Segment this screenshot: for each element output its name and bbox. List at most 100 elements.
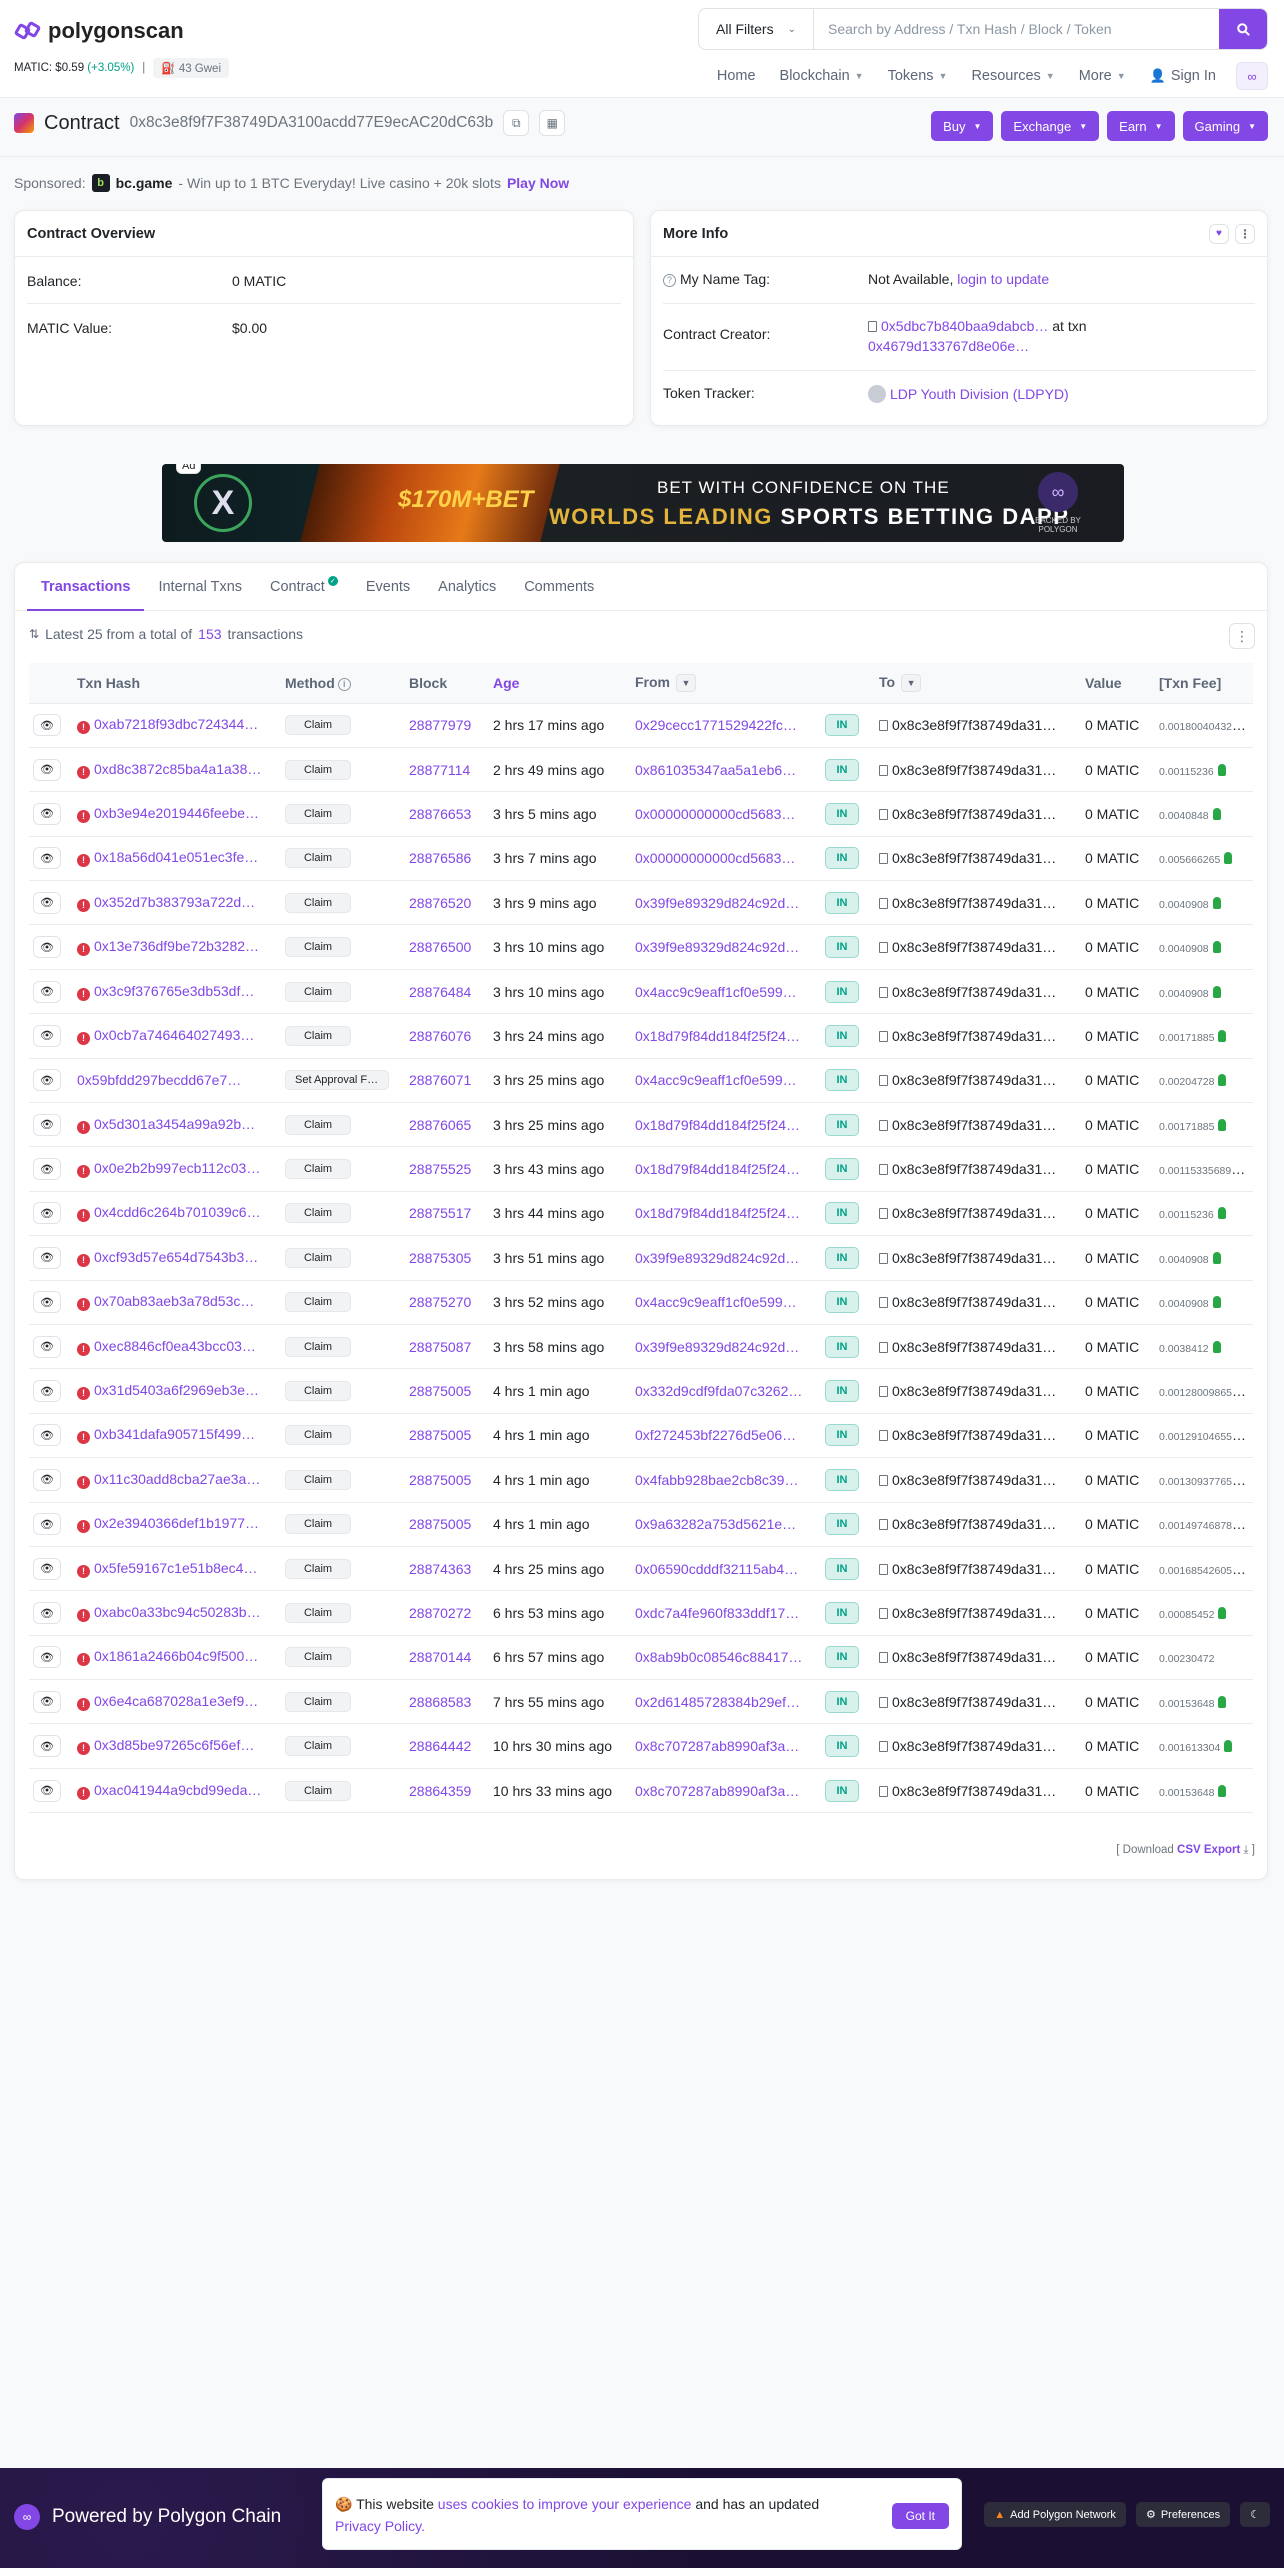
- from-address-link[interactable]: 0x00000000000cd5683…: [635, 850, 795, 866]
- eye-icon[interactable]: 👁: [33, 1468, 61, 1491]
- eye-icon[interactable]: 👁: [33, 714, 61, 737]
- tab-events[interactable]: Events: [352, 563, 424, 610]
- favorite-button[interactable]: ♥: [1209, 223, 1229, 244]
- earn-button[interactable]: Earn ▼: [1107, 111, 1175, 141]
- from-address-link[interactable]: 0x06590cdddf32115ab4…: [635, 1561, 798, 1577]
- qr-code-button[interactable]: ▦: [539, 110, 566, 136]
- search-input[interactable]: Search by Address / Txn Hash / Block / T…: [814, 9, 1219, 49]
- from-address-link[interactable]: 0x39f9e89329d824c92d…: [635, 939, 799, 955]
- block-link[interactable]: 28875270: [409, 1294, 471, 1310]
- block-link[interactable]: 28877114: [409, 762, 470, 778]
- txn-hash-link[interactable]: 0xd8c3872c85ba4a1a38…: [94, 761, 261, 777]
- eye-icon[interactable]: 👁: [33, 1069, 61, 1092]
- block-link[interactable]: 28876071: [409, 1072, 471, 1088]
- block-link[interactable]: 28876076: [409, 1028, 471, 1044]
- txn-hash-link[interactable]: 0x5fe59167c1e51b8ec4…: [94, 1560, 257, 1576]
- from-address-link[interactable]: 0xdc7a4fe960f833ddf17…: [635, 1605, 799, 1621]
- nav-resources[interactable]: Resources ▼: [959, 68, 1066, 84]
- block-link[interactable]: 28875005: [409, 1383, 471, 1399]
- token-tracker-link[interactable]: LDP Youth Division (LDPYD): [890, 386, 1069, 402]
- search-filter-dropdown[interactable]: All Filters ⌄: [699, 9, 814, 49]
- txn-hash-link[interactable]: 0x6e4ca687028a1e3ef9…: [94, 1693, 258, 1709]
- txn-hash-link[interactable]: 0x5d301a3454a99a92b…: [94, 1116, 255, 1132]
- eye-icon[interactable]: 👁: [33, 1690, 61, 1713]
- polygon-network-button[interactable]: ∞: [1236, 62, 1268, 90]
- from-address-link[interactable]: 0x861035347aa5a1eb6…: [635, 762, 796, 778]
- block-link[interactable]: 28876065: [409, 1117, 471, 1133]
- from-address-link[interactable]: 0x18d79f84dd184f25f24…: [635, 1117, 800, 1133]
- eye-icon[interactable]: 👁: [33, 1735, 61, 1758]
- from-address-link[interactable]: 0x9a63282a753d5621e…: [635, 1516, 796, 1532]
- eye-icon[interactable]: 👁: [33, 1335, 61, 1358]
- from-address-link[interactable]: 0x18d79f84dd184f25f24…: [635, 1161, 800, 1177]
- txn-hash-link[interactable]: 0xac041944a9cbd99eda…: [94, 1782, 261, 1798]
- eye-icon[interactable]: 👁: [33, 1602, 61, 1624]
- from-address-link[interactable]: 0x2d61485728384b29ef…: [635, 1694, 800, 1710]
- got-it-button[interactable]: Got It: [891, 2503, 949, 2529]
- buy-button[interactable]: Buy ▼: [931, 111, 994, 141]
- txn-hash-link[interactable]: 0xec8846cf0ea43bcc03…: [94, 1338, 256, 1354]
- block-link[interactable]: 28864442: [409, 1738, 471, 1754]
- info-icon[interactable]: i: [337, 677, 351, 691]
- eye-icon[interactable]: 👁: [33, 847, 61, 870]
- block-link[interactable]: 28875005: [409, 1516, 471, 1532]
- search-button[interactable]: [1219, 9, 1267, 49]
- from-address-link[interactable]: 0xf272453bf2276d5e06…: [635, 1427, 796, 1443]
- eye-icon[interactable]: 👁: [33, 1779, 61, 1802]
- txn-hash-link[interactable]: 0x3c9f376765e3db53df…: [94, 983, 254, 999]
- block-link[interactable]: 28870144: [409, 1649, 471, 1665]
- nav-sign-in[interactable]: 👤 Sign In: [1138, 68, 1228, 84]
- site-logo[interactable]: polygonscan: [13, 18, 184, 44]
- eye-icon[interactable]: 👁: [33, 1513, 61, 1536]
- txn-hash-link[interactable]: 0x11c30add8cba27ae3a…: [94, 1471, 260, 1487]
- eye-icon[interactable]: 👁: [33, 1646, 61, 1669]
- preferences-button[interactable]: ⚙ Preferences: [1135, 2502, 1231, 2527]
- login-link[interactable]: login to update: [957, 271, 1049, 287]
- from-address-link[interactable]: 0x8c707287ab8990af3a…: [635, 1738, 799, 1754]
- eye-icon[interactable]: 👁: [33, 1024, 61, 1047]
- from-address-link[interactable]: 0x18d79f84dd184f25f24…: [635, 1205, 800, 1221]
- txn-hash-link[interactable]: 0x31d5403a6f2969eb3e…: [94, 1382, 259, 1398]
- eye-icon[interactable]: 👁: [33, 1113, 61, 1136]
- eye-icon[interactable]: 👁: [33, 936, 61, 959]
- privacy-policy-link[interactable]: Privacy Policy.: [335, 2518, 425, 2534]
- txn-hash-link[interactable]: 0xb3e94e2019446feebe…: [94, 805, 259, 821]
- sponsor-brand[interactable]: bc.game: [116, 175, 173, 191]
- from-address-link[interactable]: 0x00000000000cd5683…: [635, 806, 795, 822]
- eye-icon[interactable]: 👁: [33, 1557, 61, 1580]
- filter-icon[interactable]: ▼: [676, 673, 696, 692]
- more-options-button[interactable]: ⋮: [1235, 223, 1255, 244]
- tab-comments[interactable]: Comments: [510, 563, 608, 610]
- tab-internal-txns[interactable]: Internal Txns: [144, 563, 256, 610]
- eye-icon[interactable]: 👁: [33, 1202, 61, 1225]
- tab-analytics[interactable]: Analytics: [424, 563, 510, 610]
- txn-hash-link[interactable]: 0x2e3940366def1b1977…: [94, 1515, 259, 1531]
- csv-export-link[interactable]: CSV Export: [1177, 1844, 1240, 1856]
- txn-hash-link[interactable]: 0x13e736df9be72b3282…: [94, 938, 259, 954]
- nav-home[interactable]: Home: [705, 68, 768, 84]
- from-address-link[interactable]: 0x39f9e89329d824c92d…: [635, 1339, 799, 1355]
- eye-icon[interactable]: 👁: [33, 1380, 61, 1403]
- block-link[interactable]: 28875005: [409, 1427, 471, 1443]
- from-address-link[interactable]: 0x4acc9c9eaff1cf0e599…: [635, 984, 797, 1000]
- txn-hash-link[interactable]: 0x1861a2466b04c9f500…: [94, 1648, 258, 1664]
- txn-hash-link[interactable]: 0x18a56d041e051ec3fe…: [94, 849, 258, 865]
- block-link[interactable]: 28875005: [409, 1472, 471, 1488]
- from-address-link[interactable]: 0x8ab9b0c08546c88417…: [635, 1649, 802, 1665]
- nav-tokens[interactable]: Tokens ▼: [876, 68, 960, 84]
- block-link[interactable]: 28868583: [409, 1694, 471, 1710]
- tab-transactions[interactable]: Transactions: [27, 563, 145, 611]
- block-link[interactable]: 28874363: [409, 1561, 471, 1577]
- block-link[interactable]: 28864359: [409, 1783, 471, 1799]
- table-options-button[interactable]: ⋮: [1229, 623, 1255, 649]
- from-address-link[interactable]: 0x8c707287ab8990af3a…: [635, 1783, 799, 1799]
- txn-hash-link[interactable]: 0x0e2b2b997ecb112c03…: [94, 1160, 260, 1176]
- eye-icon[interactable]: 👁: [33, 1246, 61, 1269]
- txn-count-link[interactable]: 153: [198, 626, 221, 642]
- txn-hash-link[interactable]: 0x59bfdd297becdd67e7…: [77, 1072, 241, 1088]
- from-address-link[interactable]: 0x332d9cdf9fda07c3262…: [635, 1383, 802, 1399]
- txn-hash-link[interactable]: 0x0cb7a746464027493…: [94, 1027, 254, 1043]
- block-link[interactable]: 28877979: [409, 717, 471, 733]
- txn-hash-link[interactable]: 0x3d85be97265c6f56ef…: [94, 1737, 254, 1753]
- from-address-link[interactable]: 0x4acc9c9eaff1cf0e599…: [635, 1072, 797, 1088]
